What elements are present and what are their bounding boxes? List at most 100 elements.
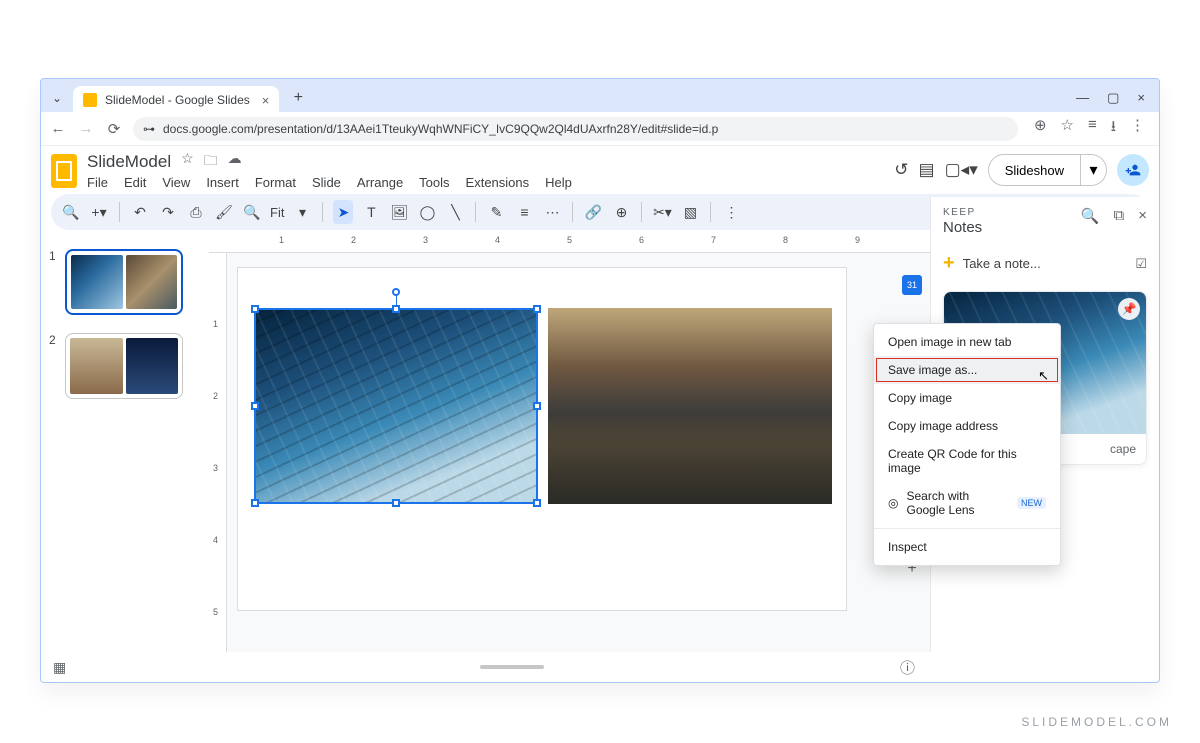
resize-handle[interactable] <box>251 305 259 313</box>
plus-icon: + <box>943 252 955 275</box>
calendar-icon[interactable]: 31 <box>902 275 922 295</box>
download-icon[interactable]: ⭳ <box>1111 116 1116 141</box>
border-dash-icon[interactable]: ⋯ <box>542 200 562 224</box>
keep-open-icon[interactable]: ⧉ <box>1114 207 1125 225</box>
menu-tools[interactable]: Tools <box>419 175 449 190</box>
menu-edit[interactable]: Edit <box>124 175 146 190</box>
reload-icon[interactable]: ⟳ <box>105 120 123 138</box>
thumbnail-row[interactable]: 2 <box>49 333 201 399</box>
menu-help[interactable]: Help <box>545 175 572 190</box>
paint-format-icon[interactable]: 🖌 <box>214 200 234 224</box>
resize-handle[interactable] <box>251 402 259 410</box>
star-icon[interactable]: ☆ <box>181 150 194 174</box>
new-slide-icon[interactable]: +▾ <box>89 200 109 224</box>
new-tab-button[interactable]: + <box>285 85 311 111</box>
border-weight-icon[interactable]: ≡ <box>514 200 534 224</box>
move-icon[interactable]: 🗀 <box>204 150 218 174</box>
shape-icon[interactable]: ◯ <box>417 200 437 224</box>
ctx-copy-image[interactable]: Copy image <box>874 384 1060 412</box>
line-icon[interactable]: ╲ <box>445 200 465 224</box>
image-icon[interactable]: 🖼 <box>389 200 409 224</box>
maximize-icon[interactable]: ▢ <box>1107 90 1119 106</box>
window-controls: — ▢ × <box>1076 90 1155 106</box>
crop-icon[interactable]: ✂▾ <box>652 200 672 224</box>
cloud-icon[interactable]: ☁ <box>228 150 242 174</box>
ctx-open-new-tab[interactable]: Open image in new tab <box>874 328 1060 356</box>
mask-icon[interactable]: ▧ <box>680 200 700 224</box>
undo-icon[interactable]: ↶ <box>130 200 150 224</box>
print-icon[interactable]: ⎙ <box>186 200 206 224</box>
share-button[interactable] <box>1117 154 1149 186</box>
site-info-icon[interactable]: ⊶ <box>143 122 155 136</box>
chrome-menu-icon[interactable]: ⋮ <box>1130 116 1145 141</box>
explore-icon[interactable]: ⓘ <box>900 657 915 678</box>
ctx-save-image-as[interactable]: Save image as... <box>874 356 1060 384</box>
cursor-icon: ↖ <box>1038 368 1049 384</box>
slideshow-dropdown[interactable]: ▾ <box>1081 154 1107 186</box>
menu-extensions[interactable]: Extensions <box>466 175 530 190</box>
back-icon[interactable]: ← <box>49 120 67 137</box>
reading-list-icon[interactable]: ≡ <box>1088 116 1097 141</box>
pin-icon[interactable]: 📌 <box>1118 298 1140 320</box>
notes-drag-handle[interactable] <box>480 665 544 669</box>
comment-add-icon[interactable]: ⊕ <box>611 200 631 224</box>
slide-canvas[interactable] <box>227 253 930 652</box>
grid-view-icon[interactable]: ▦ <box>53 659 66 676</box>
keep-close-icon[interactable]: × <box>1138 207 1147 225</box>
browser-tab[interactable]: SlideModel - Google Slides × <box>73 86 279 114</box>
slideshow-button[interactable]: Slideshow <box>988 154 1081 186</box>
bookmark-icon[interactable]: ☆ <box>1061 116 1074 141</box>
keep-search-icon[interactable]: 🔍 <box>1081 207 1100 225</box>
textbox-icon[interactable]: T <box>361 200 381 224</box>
slide-thumbnail[interactable] <box>65 333 183 399</box>
history-icon[interactable]: ↺ <box>894 160 908 180</box>
doc-status-icons: ☆ 🗀 ☁ <box>181 150 242 174</box>
ctx-inspect[interactable]: Inspect <box>874 533 1060 561</box>
slide-thumbnail[interactable] <box>65 249 183 315</box>
close-window-icon[interactable]: × <box>1137 90 1145 106</box>
slides-logo-icon[interactable] <box>51 154 77 188</box>
minimize-icon[interactable]: — <box>1076 90 1089 106</box>
link-icon[interactable]: 🔗 <box>583 200 603 224</box>
doc-title[interactable]: SlideModel <box>87 152 171 172</box>
keep-label: KEEP <box>943 207 982 218</box>
rotate-handle[interactable] <box>392 288 400 296</box>
slide-image[interactable] <box>548 308 832 504</box>
take-note-input[interactable]: + Take a note... ☑ <box>943 252 1147 275</box>
url-bar[interactable]: ⊶ docs.google.com/presentation/d/13AAei1… <box>133 117 1018 141</box>
checklist-icon[interactable]: ☑ <box>1135 256 1147 272</box>
search-menu-icon[interactable]: 🔍 <box>61 200 81 224</box>
resize-handle[interactable] <box>533 305 541 313</box>
comments-icon[interactable]: ▤ <box>919 160 935 180</box>
border-color-icon[interactable]: ✎ <box>486 200 506 224</box>
new-badge: NEW <box>1017 497 1046 509</box>
zoom-dropdown-icon[interactable]: ▾ <box>292 200 312 224</box>
resize-handle[interactable] <box>392 305 400 313</box>
menu-format[interactable]: Format <box>255 175 296 190</box>
menu-view[interactable]: View <box>162 175 190 190</box>
more-toolbar-icon[interactable]: ⋮ <box>721 200 741 224</box>
slide-image-selected[interactable] <box>254 308 538 504</box>
forward-icon[interactable]: → <box>77 120 95 137</box>
tab-search-icon[interactable]: ⌄ <box>47 88 67 108</box>
menu-arrange[interactable]: Arrange <box>357 175 403 190</box>
zoom-fit[interactable]: Fit <box>270 205 284 220</box>
menu-slide[interactable]: Slide <box>312 175 341 190</box>
ctx-google-lens[interactable]: ◎ Search with Google Lens NEW <box>874 482 1060 524</box>
thumbnail-row[interactable]: 1 <box>49 249 201 315</box>
ctx-create-qr[interactable]: Create QR Code for this image <box>874 440 1060 482</box>
resize-handle[interactable] <box>251 499 259 507</box>
select-tool-icon[interactable]: ➤ <box>333 200 353 224</box>
menu-file[interactable]: File <box>87 175 108 190</box>
meet-icon[interactable]: ▢◂▾ <box>945 160 978 180</box>
menu-insert[interactable]: Insert <box>206 175 239 190</box>
zoom-icon[interactable]: ⊕ <box>1034 116 1047 141</box>
ctx-copy-image-address[interactable]: Copy image address <box>874 412 1060 440</box>
redo-icon[interactable]: ↷ <box>158 200 178 224</box>
browser-window: ⌄ SlideModel - Google Slides × + — ▢ × ←… <box>40 78 1160 683</box>
resize-handle[interactable] <box>533 499 541 507</box>
resize-handle[interactable] <box>392 499 400 507</box>
zoom-tool-icon[interactable]: 🔍 <box>242 200 262 224</box>
close-tab-icon[interactable]: × <box>262 93 270 108</box>
resize-handle[interactable] <box>533 402 541 410</box>
